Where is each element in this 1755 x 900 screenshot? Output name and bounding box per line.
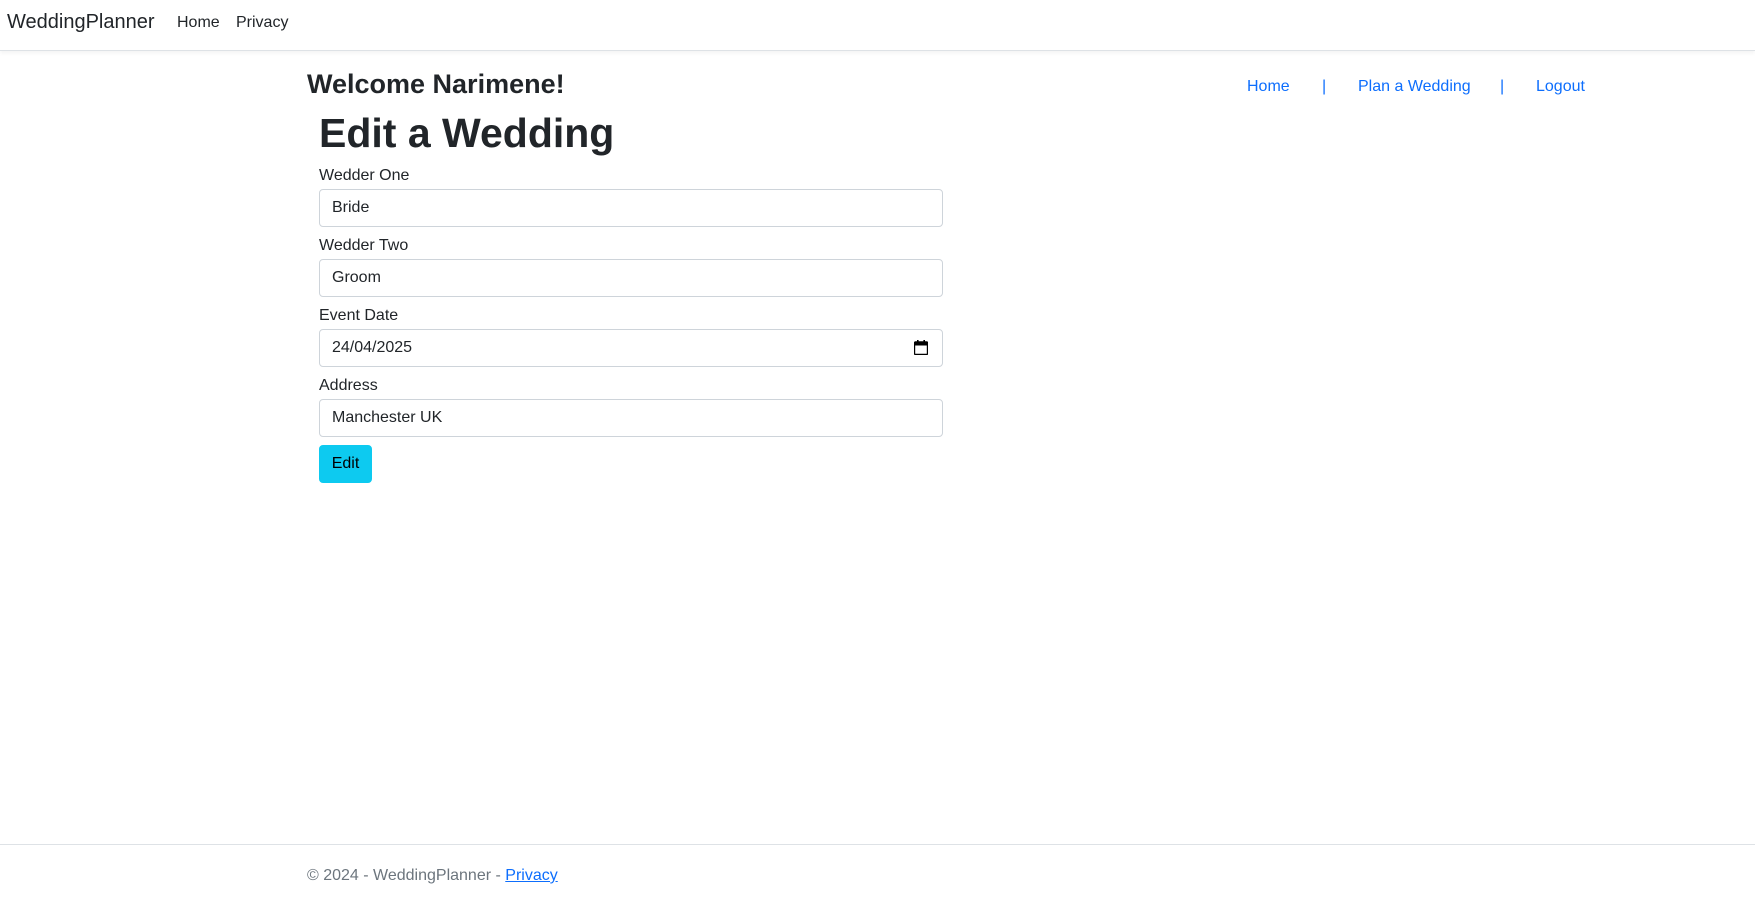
nav-separator: | <box>1322 78 1327 95</box>
nav-separator: | <box>1500 78 1505 95</box>
wedder-one-label: Wedder One <box>319 167 410 184</box>
calendar-icon[interactable] <box>913 340 929 356</box>
event-date-label: Event Date <box>319 307 399 324</box>
welcome-heading: Welcome Narimene! <box>307 69 565 99</box>
user-nav: Home | Plan a Wedding | Logout <box>1190 78 1590 102</box>
footer-privacy-link[interactable]: Privacy <box>505 867 557 884</box>
event-date-input[interactable]: 24/04/2025 <box>319 329 943 367</box>
top-navbar: WeddingPlanner Home Privacy <box>0 0 1755 51</box>
page-title: Edit a Wedding <box>319 110 615 156</box>
logout-link[interactable]: Logout <box>1536 78 1585 96</box>
footer-text: © 2024 - WeddingPlanner - Privacy <box>307 867 558 885</box>
wedder-two-label: Wedder Two <box>319 237 409 254</box>
event-date-value[interactable]: 24/04/2025 <box>332 339 412 357</box>
address-input[interactable] <box>319 399 943 437</box>
brand-link[interactable]: WeddingPlanner <box>7 11 155 34</box>
copyright-text: © 2024 - WeddingPlanner - <box>307 867 506 884</box>
wedder-two-input[interactable] <box>319 259 943 297</box>
wedder-one-input[interactable] <box>319 189 943 227</box>
plan-wedding-link[interactable]: Plan a Wedding <box>1358 78 1471 96</box>
navbar-privacy-link[interactable]: Privacy <box>236 14 288 32</box>
address-label: Address <box>319 377 378 394</box>
navbar-home-link[interactable]: Home <box>177 14 220 32</box>
footer: © 2024 - WeddingPlanner - Privacy <box>0 844 1755 900</box>
user-nav-home-link[interactable]: Home <box>1247 78 1290 96</box>
edit-button[interactable]: Edit <box>319 445 372 483</box>
